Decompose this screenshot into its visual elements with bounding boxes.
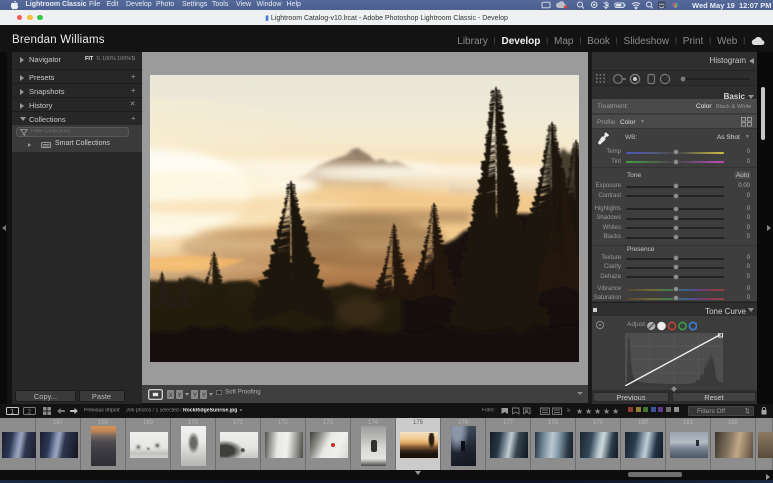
svg-text:Y: Y [177, 392, 182, 399]
svg-text:2: 2 [28, 408, 32, 415]
svg-text:Y: Y [192, 392, 197, 399]
svg-text:Y: Y [201, 392, 206, 399]
svg-text:X: X [168, 392, 173, 399]
